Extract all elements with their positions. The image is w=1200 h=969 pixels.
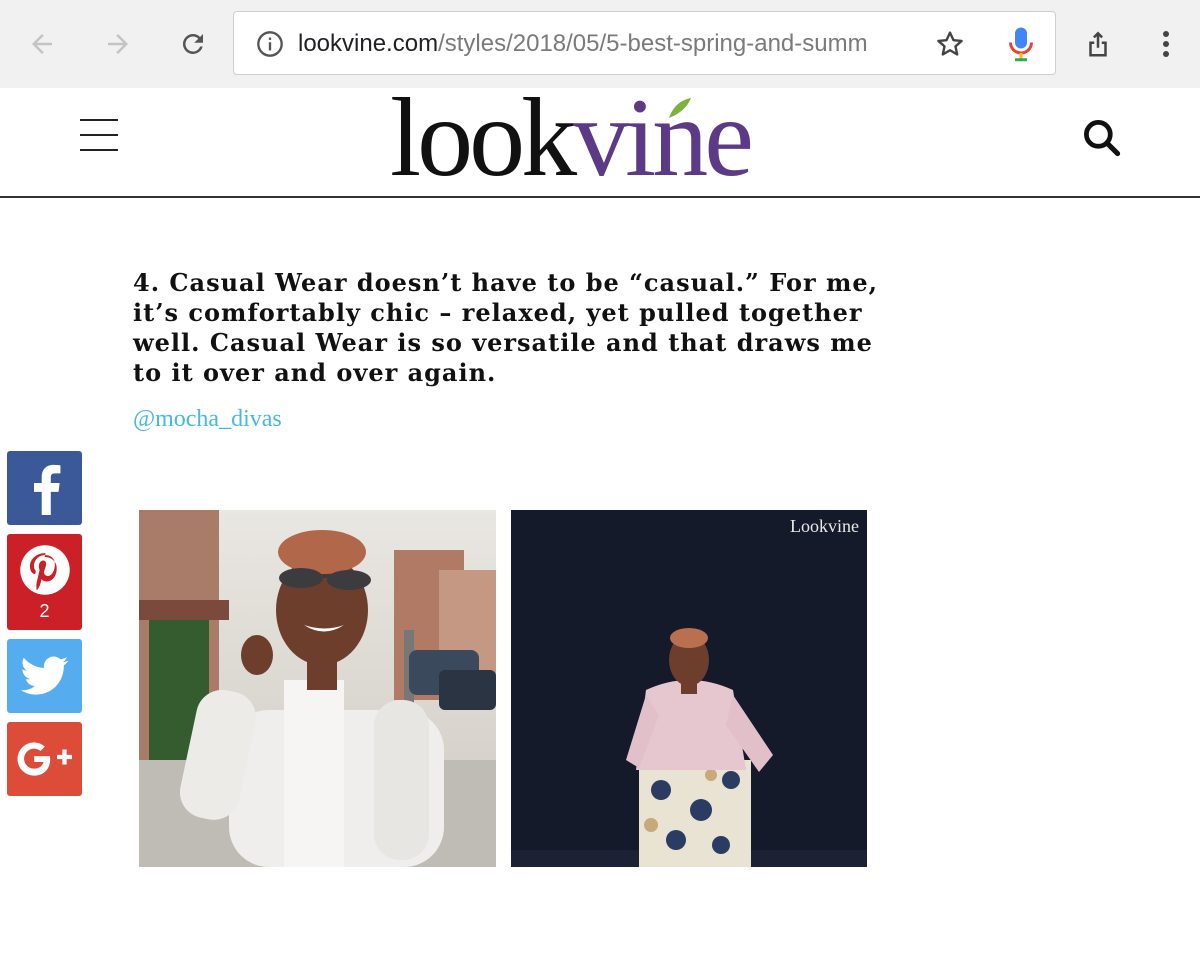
info-icon[interactable] (256, 30, 284, 58)
reload-button[interactable] (171, 22, 215, 66)
share-icon (1089, 31, 1107, 57)
twitter-share-button[interactable] (7, 639, 82, 713)
pinterest-share-count: 2 (39, 600, 50, 621)
arrow-right-icon (108, 34, 128, 54)
logo-look: look (390, 76, 577, 200)
facebook-share-button[interactable] (7, 451, 82, 525)
instagram-handle-link[interactable]: @mocha_divas (133, 406, 282, 433)
more-vert-icon (1163, 31, 1169, 57)
google-plus-icon (17, 742, 72, 776)
pinterest-share-button[interactable]: 2 (7, 534, 82, 630)
star-icon[interactable] (934, 28, 966, 60)
photo-casual-cardigan[interactable] (139, 510, 496, 867)
google-plus-share-button[interactable] (7, 722, 82, 796)
url-path: /styles/2018/05/5-best-spring-and-summ (438, 30, 868, 57)
logo-vine: vine (573, 76, 754, 200)
photo-watermark-right: Lookvine (790, 516, 859, 536)
hamburger-icon[interactable] (80, 119, 118, 151)
share-button[interactable] (1076, 22, 1120, 66)
site-logo[interactable]: lookvine (390, 82, 820, 196)
more-menu-button[interactable] (1144, 22, 1188, 66)
address-bar[interactable]: lookvine.com/styles/2018/05/5-best-sprin… (233, 11, 1056, 75)
pinterest-icon (19, 544, 70, 595)
twitter-icon (20, 656, 68, 695)
search-icon[interactable] (1080, 116, 1124, 160)
facebook-icon (33, 464, 60, 515)
url-host: lookvine.com (298, 30, 439, 57)
back-button[interactable] (20, 22, 64, 66)
photo-pink-blouse[interactable]: Lookvine (511, 510, 867, 867)
arrow-left-icon (32, 34, 52, 54)
reload-icon (182, 33, 203, 54)
studio-photo (511, 510, 867, 867)
forward-button[interactable] (96, 22, 140, 66)
microphone-icon[interactable] (1006, 26, 1036, 62)
url-text[interactable]: lookvine.com/styles/2018/05/5-best-sprin… (298, 29, 910, 59)
street-photo (139, 510, 496, 867)
article-caption: 4. Casual Wear doesn’t have to be “casua… (133, 268, 878, 387)
site-header: lookvine (0, 82, 1200, 198)
leaf-icon (669, 98, 691, 118)
